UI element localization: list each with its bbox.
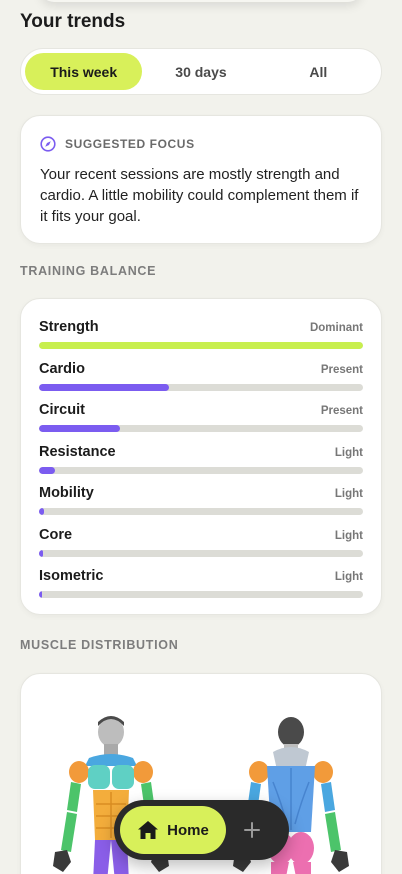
balance-row-resistance: Resistance Light [39,444,363,486]
balance-fill [39,342,363,349]
back-tricep-right [321,782,335,812]
back-hand-right [331,850,349,872]
training-balance-card: Strength Dominant Cardio Present Circuit Pres… [20,298,382,615]
balance-fill [39,591,43,598]
balance-level: Present [320,405,363,417]
suggested-focus-card: SUGGESTED FOCUS Your recent sessions are… [20,115,382,244]
balance-track [39,466,363,474]
front-shoulder-left [69,761,89,783]
balance-track [39,549,363,557]
balance-track [39,591,363,598]
balance-name: Cardio [39,360,85,377]
balance-track [39,342,363,349]
front-traps [85,754,137,766]
front-hand-left [53,850,71,872]
balance-track [39,508,363,515]
back-hamstring-left [271,862,289,874]
balance-fill [39,383,169,391]
balance-name: Circuit [39,402,85,418]
balance-row-mobility: Mobility Light [39,485,363,527]
home-button[interactable]: Home [120,806,226,854]
front-quad-left [93,840,111,874]
back-glute-right [288,832,314,864]
home-label: Home [167,821,209,839]
balance-name: Strength [39,319,99,335]
balance-name: Mobility [39,485,94,501]
balance-row-circuit: Circuit Present [39,402,363,444]
balance-row-cardio: Cardio Present [39,361,363,403]
balance-level: Light [334,488,363,500]
balance-fill [39,508,44,515]
tab-this-week[interactable]: This week [25,53,143,90]
suggested-focus-text: Your recent sessions are mostly strength… [40,166,359,225]
training-balance-heading: TRAINING BALANCE [20,264,157,278]
bottom-nav: Home [114,800,289,860]
home-icon [138,821,159,839]
front-chest-left [88,765,110,789]
compass-icon [40,136,56,152]
balance-fill [39,466,56,474]
balance-row-isometric: Isometric Light [39,568,363,610]
back-shoulder-left [249,761,269,783]
balance-level: Light [334,571,363,583]
balance-name: Isometric [39,568,104,584]
plus-icon [244,822,260,838]
balance-track [39,425,363,432]
front-forearm-left [61,812,77,852]
balance-row-core: Core Light [39,527,363,569]
front-shoulder-right [133,761,153,783]
balance-level: Present [320,363,363,376]
front-chest-right [112,765,134,789]
front-head [98,716,124,756]
back-shoulder-right [313,761,333,783]
balance-level: Light [334,446,363,459]
page-title: Your trends [20,11,126,32]
balance-name: Resistance [39,443,116,460]
top-card-edge [40,0,362,2]
front-bicep-left [67,782,81,812]
back-hamstring-right [293,862,311,874]
add-button[interactable] [226,806,278,854]
muscle-distribution-heading: MUSCLE DISTRIBUTION [20,638,179,652]
balance-level: Dominant [309,322,363,334]
period-selector: This week 30 days All [20,48,382,95]
balance-track [39,383,363,391]
balance-row-strength: Strength Dominant [39,319,363,361]
tab-30-days[interactable]: 30 days [142,53,259,90]
tab-all[interactable]: All [260,53,377,90]
balance-fill [39,549,43,557]
balance-level: Light [334,529,363,542]
balance-fill [39,425,120,432]
balance-name: Core [39,526,73,543]
back-forearm-right [325,812,341,852]
suggested-focus-label: SUGGESTED FOCUS [65,137,195,151]
